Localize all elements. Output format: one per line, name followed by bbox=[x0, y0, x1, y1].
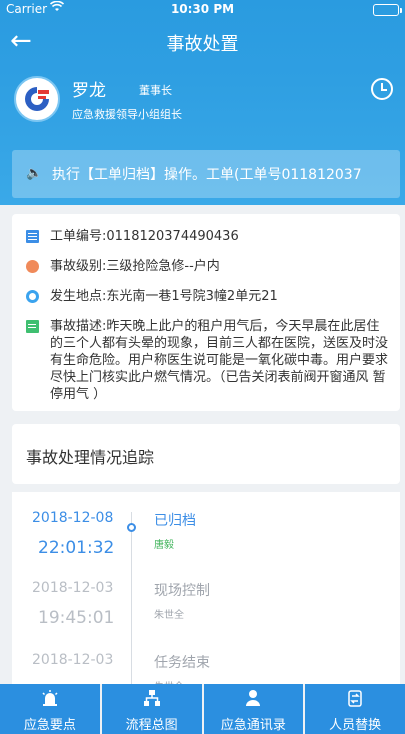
incident-level: 事故级别:三级抢险急修--户内 bbox=[50, 259, 220, 274]
battery-icon bbox=[373, 4, 402, 16]
incident-info-card: 工单编号:0118120374490436 事故级别:三级抢险急修--户内 发生… bbox=[12, 214, 400, 411]
timeline-status: 任务结束 bbox=[154, 655, 210, 671]
tracking-timeline[interactable]: 2018-12-08 22:01:32 已归档 唐毅 2018-12-03 19… bbox=[12, 492, 400, 692]
timeline-current-dot bbox=[127, 523, 136, 532]
tab-emergency-points[interactable]: 应急要点 bbox=[0, 684, 100, 734]
timeline-line bbox=[131, 512, 132, 692]
tab-label: 人员替换 bbox=[329, 718, 382, 733]
timeline-time: 22:01:32 bbox=[38, 538, 115, 558]
clock-icon[interactable] bbox=[371, 78, 393, 100]
tab-label: 应急要点 bbox=[23, 718, 76, 733]
timeline-status: 现场控制 bbox=[154, 583, 210, 599]
tab-label: 应急通讯录 bbox=[220, 718, 286, 733]
tab-flowchart[interactable]: 流程总图 bbox=[101, 684, 202, 734]
warning-level-icon bbox=[26, 260, 39, 273]
document-icon bbox=[26, 230, 39, 243]
timeline-status: 已归档 bbox=[154, 513, 196, 529]
incident-location: 发生地点:东光南一巷1号院3幢2单元21 bbox=[50, 289, 278, 304]
user-name: 罗龙 bbox=[72, 81, 106, 101]
notice-text: 执行【工单归档】操作。工单(工单号011812037 bbox=[52, 167, 362, 183]
user-role: 应急救援领导小组组长 bbox=[72, 108, 182, 121]
status-bar: Carrier 10:30 PM bbox=[0, 0, 405, 20]
timeline-person: 朱世全 bbox=[154, 610, 184, 621]
incident-description: 事故描述:昨天晚上此户的租户用气后，今天早晨在此居住的三个人都有头晕的现象，目前… bbox=[50, 319, 389, 402]
order-number: 工单编号:0118120374490436 bbox=[50, 229, 239, 244]
status-time: 10:30 PM bbox=[170, 2, 235, 16]
tab-personnel-swap[interactable]: 人员替换 bbox=[305, 684, 405, 734]
nav-bar: ← 事故处置 bbox=[0, 20, 405, 64]
page-title: 事故处置 bbox=[166, 34, 239, 55]
tracking-header: 事故处理情况追踪 bbox=[12, 424, 400, 484]
timeline-date: 2018-12-08 bbox=[32, 510, 114, 526]
tab-contacts[interactable]: 应急通讯录 bbox=[203, 684, 304, 734]
speaker-icon: 🔈 bbox=[26, 166, 43, 181]
notice-banner[interactable]: 🔈 执行【工单归档】操作。工单(工单号011812037 bbox=[12, 150, 400, 198]
tracking-title: 事故处理情况追踪 bbox=[26, 448, 155, 467]
company-logo-avatar bbox=[14, 76, 60, 122]
contacts-icon bbox=[244, 689, 262, 711]
location-icon bbox=[26, 290, 39, 303]
flowchart-icon bbox=[143, 689, 161, 711]
user-profile: 罗龙 董事长 应急救援领导小组组长 bbox=[0, 72, 405, 132]
tab-label: 流程总图 bbox=[125, 718, 178, 733]
timeline-date: 2018-12-03 bbox=[32, 580, 114, 596]
timeline-date: 2018-12-03 bbox=[32, 652, 114, 668]
user-title: 董事长 bbox=[139, 84, 172, 97]
alarm-icon bbox=[41, 689, 59, 711]
bottom-tab-bar: 应急要点 流程总图 应急通讯录 人员替换 bbox=[0, 684, 405, 734]
description-icon bbox=[26, 320, 39, 333]
timeline-person: 唐毅 bbox=[154, 540, 174, 551]
swap-icon bbox=[346, 689, 364, 711]
timeline-time: 19:45:01 bbox=[38, 608, 115, 628]
